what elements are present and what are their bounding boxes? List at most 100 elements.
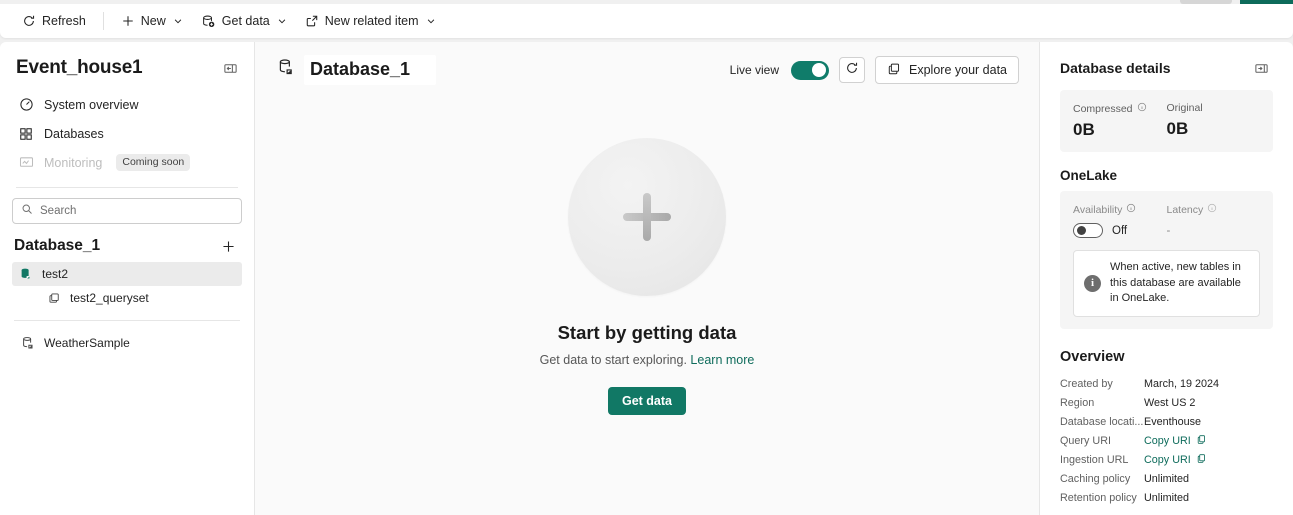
learn-more-link[interactable]: Learn more	[690, 353, 754, 367]
sidebar-item-label: Databases	[44, 126, 104, 141]
search-wrapper	[0, 188, 254, 224]
explore-your-data-label: Explore your data	[909, 63, 1007, 77]
content-header: Database_1 Live view Explore your data	[255, 42, 1039, 98]
onelake-latency: Latency -	[1167, 203, 1261, 238]
refresh-button[interactable]: Refresh	[14, 8, 94, 34]
overview-key: Retention policy	[1060, 492, 1137, 505]
database-outline-icon	[277, 58, 295, 81]
search-box[interactable]	[12, 198, 242, 224]
database-tree: test2 test2_queryset	[0, 262, 254, 310]
sidebar-item-system-overview[interactable]: System overview	[10, 90, 244, 119]
left-sidebar: Event_house1 System overview Databases M…	[0, 42, 255, 515]
overview-row: Ingestion URL Copy URI	[1060, 451, 1273, 470]
empty-state-subtitle-text: Get data to start exploring.	[539, 353, 687, 367]
live-view-toggle[interactable]	[791, 60, 830, 80]
tree-item-label: test2_queryset	[70, 291, 149, 305]
availability-label: Availability	[1073, 203, 1167, 216]
availability-state: Off	[1112, 224, 1128, 237]
availability-label-text: Availability	[1073, 203, 1123, 216]
overview-key: Query URI	[1060, 435, 1111, 448]
database-section-title: Database_1	[14, 237, 101, 254]
onelake-info-text: When active, new tables in this database…	[1110, 261, 1241, 305]
overview-title: Overview	[1060, 348, 1125, 365]
copy-uri-link[interactable]: Copy URI	[1144, 435, 1191, 447]
new-related-item-button[interactable]: New related item	[297, 8, 444, 34]
stat-label-text: Compressed	[1073, 102, 1133, 115]
search-icon	[21, 202, 33, 220]
empty-state: Start by getting data Get data to start …	[255, 138, 1039, 415]
overview-value: West US 2	[1144, 397, 1196, 410]
get-data-label: Get data	[221, 14, 270, 28]
live-view-label: Live view	[729, 63, 780, 77]
toggle-knob	[1076, 226, 1086, 235]
overview-value: Unlimited	[1144, 473, 1190, 486]
info-circle-icon[interactable]	[1126, 203, 1136, 216]
latency-label: Latency	[1167, 203, 1261, 216]
sidebar-item-label: System overview	[44, 97, 139, 112]
get-data-button[interactable]: Get data	[193, 8, 295, 34]
overview-list: Created by March, 19 2024 Region West US…	[1060, 375, 1273, 508]
grid-squares-icon	[18, 126, 34, 142]
stat-label-text: Original	[1166, 102, 1203, 114]
stat-compressed-label: Compressed	[1073, 102, 1167, 115]
overview-key: Ingestion URL	[1060, 454, 1129, 467]
info-circle-icon[interactable]	[1207, 203, 1217, 216]
stat-compressed-value: 0B	[1073, 120, 1095, 139]
sidebar-item-monitoring: Monitoring Coming soon	[10, 148, 244, 177]
tree-divider	[14, 320, 240, 321]
collapse-panel-right-icon[interactable]	[1249, 56, 1273, 80]
eventhouse-title: Event_house1	[16, 57, 143, 78]
tree-item-test2[interactable]: test2	[12, 262, 242, 286]
database-filled-icon	[18, 266, 34, 282]
latency-value: -	[1166, 225, 1171, 237]
latency-label-text: Latency	[1166, 203, 1204, 216]
overview-value: Copy URI	[1144, 453, 1207, 467]
explore-your-data-button[interactable]: Explore your data	[875, 56, 1019, 84]
get-data-icon	[201, 14, 216, 29]
copy-icon[interactable]	[1196, 453, 1207, 467]
info-circle-icon: i	[1084, 274, 1101, 292]
get-data-primary-button[interactable]: Get data	[607, 387, 686, 415]
main-content: Database_1 Live view Explore your data S…	[255, 42, 1040, 515]
overview-value: Eventhouse	[1144, 416, 1202, 429]
overview-row: Query URI Copy URI	[1060, 432, 1273, 451]
copy-uri-link[interactable]: Copy URI	[1144, 454, 1191, 466]
plus-icon	[121, 14, 135, 28]
database-title-block: Database_1	[277, 54, 438, 86]
explore-data-icon	[887, 62, 901, 79]
overview-value: Copy URI	[1144, 434, 1207, 448]
details-title: Database details	[1060, 60, 1171, 76]
plus-vertical-bar	[643, 193, 651, 241]
tree-item-weathersample[interactable]: WeatherSample	[12, 331, 242, 355]
collapse-panel-icon[interactable]	[218, 56, 242, 80]
onelake-section-title: OneLake	[1060, 168, 1118, 183]
tree-item-test2-queryset[interactable]: test2_queryset	[12, 286, 242, 310]
onelake-info-box: i When active, new tables in this databa…	[1073, 250, 1260, 317]
tree-item-label: test2	[42, 267, 69, 281]
refresh-view-button[interactable]	[839, 57, 866, 83]
queryset-icon	[46, 290, 62, 306]
toggle-knob	[812, 63, 827, 77]
eventhouse-page: Refresh New Get data New related item Ev…	[0, 0, 1293, 515]
sidebar-item-databases[interactable]: Databases	[10, 119, 244, 148]
overview-key: Created by	[1060, 378, 1113, 391]
onelake-row: Availability Off Latency -	[1073, 203, 1260, 238]
overview-row: Database locati... Eventhouse	[1060, 413, 1273, 432]
availability-control: Off	[1073, 223, 1167, 238]
availability-toggle[interactable]	[1073, 223, 1103, 238]
add-database-item-button[interactable]	[216, 234, 240, 258]
monitor-chart-icon	[18, 155, 34, 171]
open-external-icon	[305, 14, 319, 28]
coming-soon-badge: Coming soon	[116, 154, 191, 171]
plus-circle-icon[interactable]	[568, 138, 726, 296]
copy-icon[interactable]	[1196, 434, 1207, 448]
stat-original: Original 0B	[1167, 102, 1261, 140]
gauge-icon	[18, 97, 34, 113]
search-input[interactable]	[40, 205, 233, 217]
database-section-header: Database_1	[0, 224, 254, 262]
stat-original-value: 0B	[1166, 119, 1189, 138]
database-name-input[interactable]: Database_1	[303, 54, 438, 86]
info-circle-icon[interactable]	[1137, 102, 1147, 115]
new-button[interactable]: New	[113, 8, 191, 34]
new-related-item-label: New related item	[324, 14, 419, 28]
